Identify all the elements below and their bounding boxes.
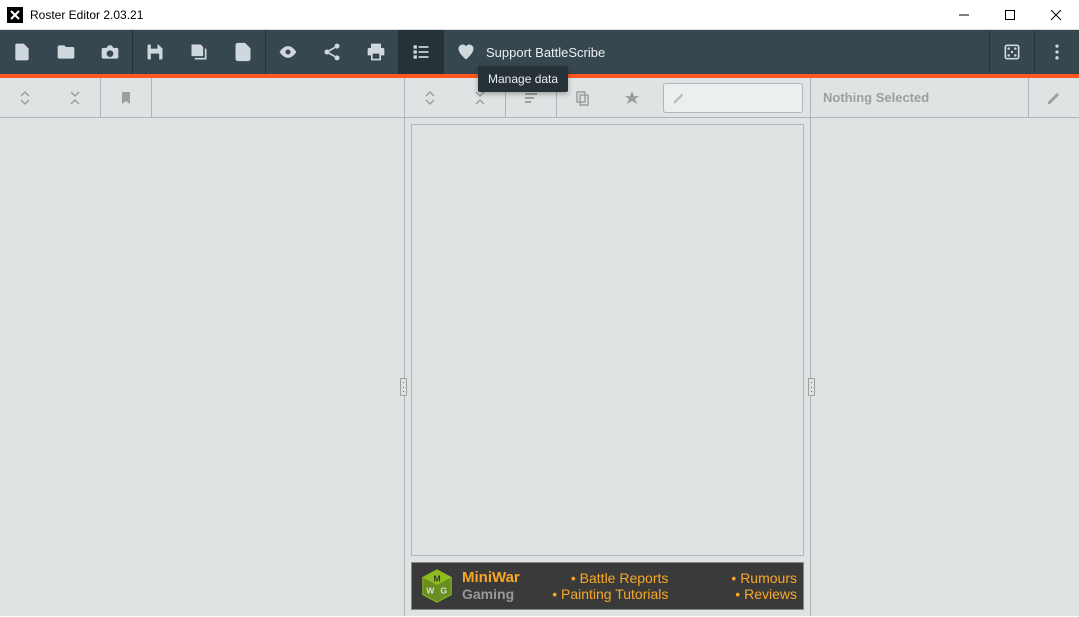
collapse-button[interactable] xyxy=(50,78,100,118)
selection-label: Nothing Selected xyxy=(811,90,1028,105)
share-button[interactable] xyxy=(310,30,354,74)
bookmark-button[interactable] xyxy=(101,78,151,118)
close-button[interactable] xyxy=(1033,0,1079,30)
resize-handle-1[interactable] xyxy=(400,378,407,396)
open-folder-button[interactable] xyxy=(44,30,88,74)
filter-input[interactable] xyxy=(663,83,803,113)
expand-button[interactable] xyxy=(0,78,50,118)
maximize-button[interactable] xyxy=(987,0,1033,30)
ad-logo: M W G MiniWar Gaming xyxy=(418,567,520,605)
content-area: M W G MiniWar Gaming • Battle Reports • … xyxy=(0,118,1079,616)
resize-handle-2[interactable] xyxy=(808,378,815,396)
minimize-button[interactable] xyxy=(941,0,987,30)
selection-pane: M W G MiniWar Gaming • Battle Reports • … xyxy=(404,118,811,616)
ad-banner[interactable]: M W G MiniWar Gaming • Battle Reports • … xyxy=(411,562,804,610)
detail-pane xyxy=(811,118,1079,616)
camera-button[interactable] xyxy=(88,30,132,74)
print-button[interactable] xyxy=(354,30,398,74)
star-button[interactable] xyxy=(607,78,657,118)
selection-list xyxy=(411,124,804,556)
new-file-button[interactable] xyxy=(0,30,44,74)
cube-icon: M W G xyxy=(418,567,456,605)
pencil-icon xyxy=(672,91,686,105)
dice-button[interactable] xyxy=(990,30,1034,74)
ad-link-rumours[interactable]: • Rumours xyxy=(678,570,797,586)
save-all-button[interactable] xyxy=(177,30,221,74)
menu-button[interactable] xyxy=(1035,30,1079,74)
expand-button-2[interactable] xyxy=(405,78,455,118)
svg-text:G: G xyxy=(440,586,447,596)
ad-link-reviews[interactable]: • Reviews xyxy=(678,586,797,602)
tooltip: Manage data xyxy=(478,66,568,92)
ad-brand-top: MiniWar xyxy=(462,570,520,587)
edit-button[interactable] xyxy=(1029,78,1079,118)
window-title: Roster Editor 2.03.21 xyxy=(30,8,941,22)
svg-text:M: M xyxy=(433,573,440,583)
window-titlebar: Roster Editor 2.03.21 xyxy=(0,0,1079,30)
svg-text:W: W xyxy=(426,586,435,596)
support-label: Support BattleScribe xyxy=(486,45,605,60)
ad-link-battle-reports[interactable]: • Battle Reports xyxy=(550,570,669,586)
ad-link-painting[interactable]: • Painting Tutorials xyxy=(550,586,669,602)
manage-data-button[interactable] xyxy=(399,30,443,74)
roster-tree-pane xyxy=(0,118,404,616)
export-button[interactable] xyxy=(221,30,265,74)
app-icon xyxy=(7,7,23,23)
ad-brand-bottom: Gaming xyxy=(462,587,520,602)
save-button[interactable] xyxy=(133,30,177,74)
view-button[interactable] xyxy=(266,30,310,74)
